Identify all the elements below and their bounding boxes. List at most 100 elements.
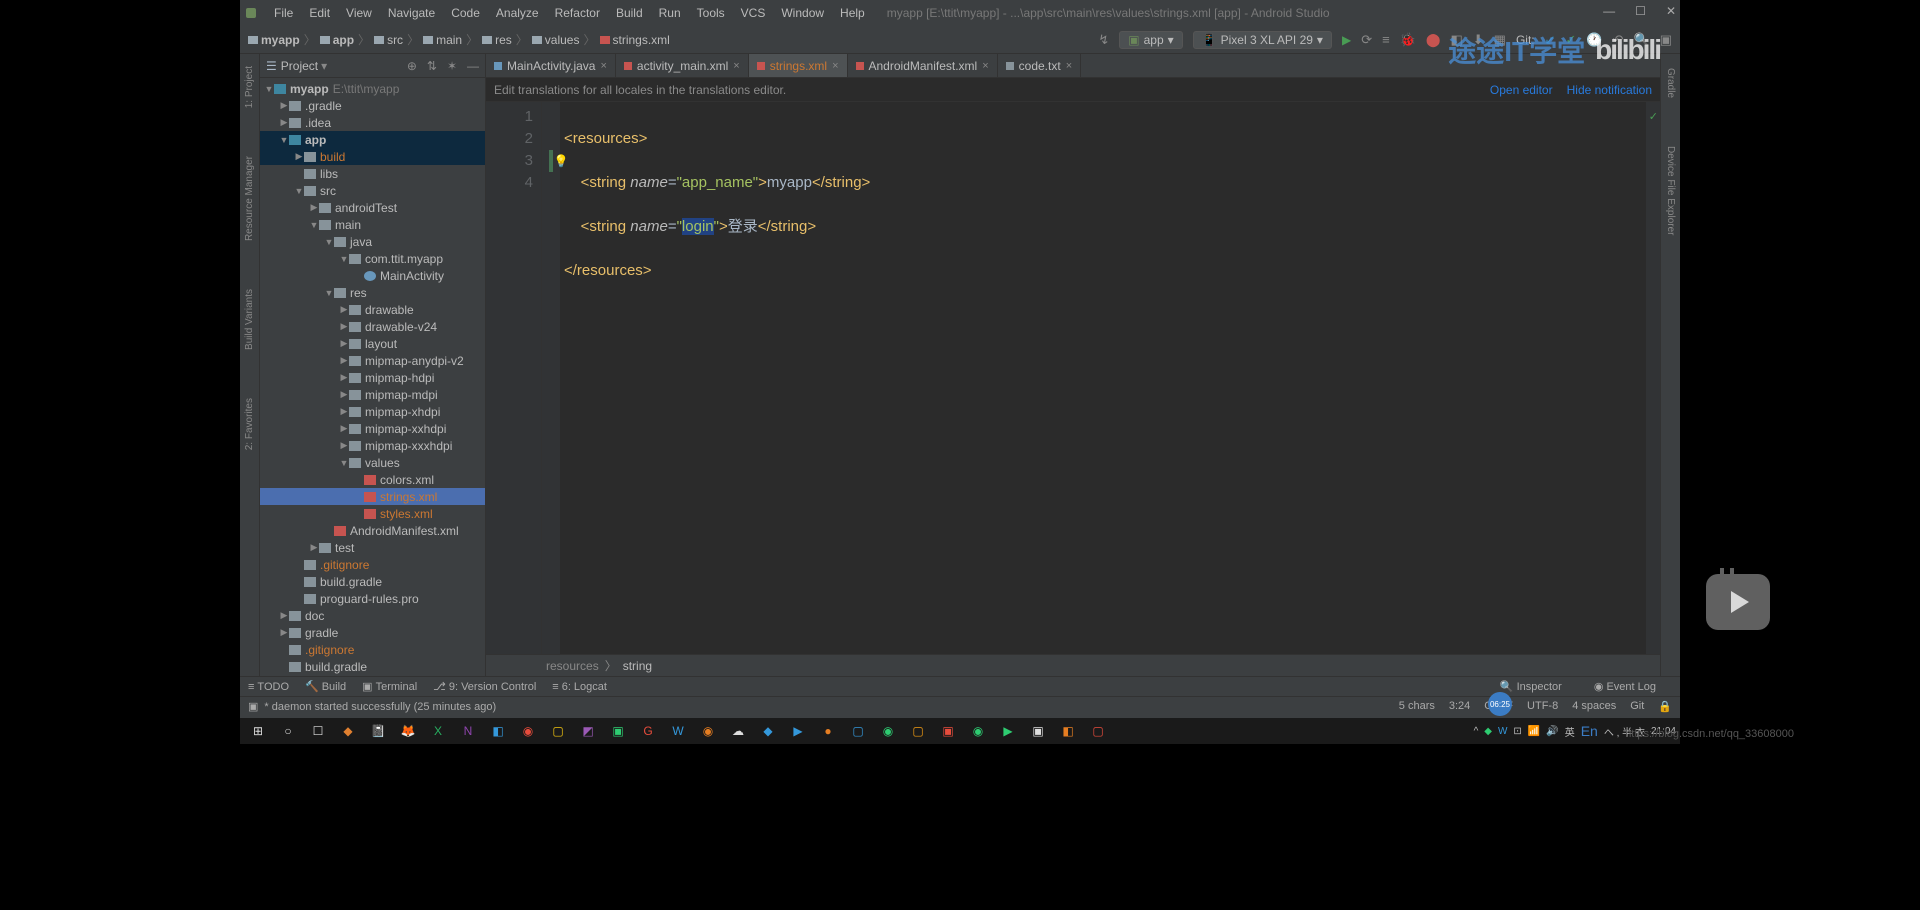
tray-ime[interactable]: 英 xyxy=(1565,724,1575,739)
code-editor[interactable]: 1 2 3 4 💡 <resources> <string name="app_… xyxy=(486,102,1660,654)
app-icon[interactable]: ● xyxy=(814,720,842,742)
tree-item[interactable]: .gitignore xyxy=(260,556,485,573)
close-tab-icon[interactable]: × xyxy=(982,60,988,72)
breadcrumb[interactable]: myapp〉 app〉 src〉 main〉 res〉 values〉 stri… xyxy=(248,31,670,48)
menu-edit[interactable]: Edit xyxy=(301,6,338,20)
debug-button[interactable]: ⟳ xyxy=(1361,32,1372,48)
close-tab-icon[interactable]: × xyxy=(600,60,606,72)
tree-item[interactable]: MainActivity xyxy=(260,267,485,284)
sync-icon[interactable]: ↯ xyxy=(1098,32,1109,48)
tree-item[interactable]: ▶mipmap-xxhdpi xyxy=(260,420,485,437)
tree-item[interactable]: gradle.properties xyxy=(260,675,485,676)
close-tab-icon[interactable]: × xyxy=(832,60,838,72)
tree-item[interactable]: ▼com.ttit.myapp xyxy=(260,250,485,267)
tool-inspector[interactable]: 🔍 Inspector xyxy=(1500,680,1562,693)
run-button[interactable]: ▶ xyxy=(1342,33,1351,47)
app-icon[interactable]: G xyxy=(634,720,662,742)
tree-item[interactable]: ▼src xyxy=(260,182,485,199)
status-encoding[interactable]: UTF-8 xyxy=(1527,700,1558,713)
app-icon[interactable]: ▢ xyxy=(1084,720,1112,742)
hide-icon[interactable]: — xyxy=(467,59,479,73)
app-icon[interactable]: ◉ xyxy=(964,720,992,742)
expand-icon[interactable]: ⇅ xyxy=(427,59,437,73)
tree-item[interactable]: strings.xml xyxy=(260,488,485,505)
tab-resource-manager[interactable]: Resource Manager xyxy=(244,152,255,245)
tree-item[interactable]: ▶gradle xyxy=(260,624,485,641)
tree-item[interactable]: proguard-rules.pro xyxy=(260,590,485,607)
tool-todo[interactable]: ≡ TODO xyxy=(248,681,289,693)
app-icon[interactable]: ▢ xyxy=(844,720,872,742)
tray-wifi-icon[interactable]: 📶 xyxy=(1528,726,1540,737)
tree-item[interactable]: ▶mipmap-xxxhdpi xyxy=(260,437,485,454)
editor-tab[interactable]: code.txt× xyxy=(998,54,1081,77)
app-icon[interactable]: ▣ xyxy=(934,720,962,742)
tree-item[interactable]: .gitignore xyxy=(260,641,485,658)
tool-terminal[interactable]: ▣ Terminal xyxy=(362,680,417,693)
menu-tools[interactable]: Tools xyxy=(689,6,733,20)
tree-item[interactable]: build.gradle xyxy=(260,573,485,590)
cortana-icon[interactable]: ○ xyxy=(274,720,302,742)
menu-vcs[interactable]: VCS xyxy=(733,6,774,20)
app-icon[interactable]: ▶ xyxy=(784,720,812,742)
tool-eventlog[interactable]: ◉ Event Log xyxy=(1594,680,1656,693)
run-config-selector[interactable]: ▣app ▾ xyxy=(1119,31,1182,49)
close-tab-icon[interactable]: × xyxy=(733,60,739,72)
tree-item[interactable]: ▶androidTest xyxy=(260,199,485,216)
tree-item[interactable]: ▼main xyxy=(260,216,485,233)
editor-tab[interactable]: strings.xml× xyxy=(749,54,848,77)
tree-item[interactable]: ▼values xyxy=(260,454,485,471)
start-button[interactable]: ⊞ xyxy=(244,720,272,742)
close-tab-icon[interactable]: × xyxy=(1066,60,1072,72)
app-icon[interactable]: ▶ xyxy=(994,720,1022,742)
tree-item[interactable]: ▶mipmap-xhdpi xyxy=(260,403,485,420)
tray-icon[interactable]: W xyxy=(1498,726,1507,737)
tree-item[interactable]: ▶drawable xyxy=(260,301,485,318)
menu-navigate[interactable]: Navigate xyxy=(380,6,443,20)
tray-volume-icon[interactable]: 🔊 xyxy=(1546,726,1558,737)
app-icon[interactable]: ▣ xyxy=(1024,720,1052,742)
menu-run[interactable]: Run xyxy=(651,6,689,20)
tray-ime-indicator[interactable]: En xyxy=(1581,723,1598,739)
menu-refactor[interactable]: Refactor xyxy=(547,6,608,20)
tree-item[interactable]: libs xyxy=(260,165,485,182)
tab-gradle[interactable]: Gradle xyxy=(1665,64,1676,102)
maximize-button[interactable]: ☐ xyxy=(1635,4,1646,18)
tray-icon[interactable]: ^ xyxy=(1474,726,1479,737)
tree-item[interactable]: ▶build xyxy=(260,148,485,165)
tree-item[interactable]: build.gradle xyxy=(260,658,485,675)
app-icon[interactable]: ◉ xyxy=(694,720,722,742)
close-button[interactable]: ✕ xyxy=(1666,4,1676,18)
menu-file[interactable]: File xyxy=(266,6,301,20)
tree-item[interactable]: ▶mipmap-anydpi-v2 xyxy=(260,352,485,369)
tree-item[interactable]: ▶.gradle xyxy=(260,97,485,114)
app-icon[interactable]: ◆ xyxy=(754,720,782,742)
tree-item[interactable]: ▼java xyxy=(260,233,485,250)
video-play-button[interactable] xyxy=(1706,574,1770,630)
tree-item[interactable]: ▼res xyxy=(260,284,485,301)
open-editor-link[interactable]: Open editor xyxy=(1490,83,1553,97)
app-icon[interactable]: 🦊 xyxy=(394,720,422,742)
status-git[interactable]: Git xyxy=(1630,700,1644,713)
menu-analyze[interactable]: Analyze xyxy=(488,6,547,20)
app-icon[interactable]: ◉ xyxy=(514,720,542,742)
tab-build-variants[interactable]: Build Variants xyxy=(244,285,255,354)
app-icon[interactable]: ☁ xyxy=(724,720,752,742)
tree-item[interactable]: ▶mipmap-hdpi xyxy=(260,369,485,386)
menu-build[interactable]: Build xyxy=(608,6,651,20)
bulb-icon[interactable]: 💡 xyxy=(554,150,569,172)
tree-item[interactable]: AndroidManifest.xml xyxy=(260,522,485,539)
app-icon[interactable]: X xyxy=(424,720,452,742)
tree-item[interactable]: ▶doc xyxy=(260,607,485,624)
tree-item[interactable]: ▶mipmap-mdpi xyxy=(260,386,485,403)
menu-view[interactable]: View xyxy=(338,6,380,20)
tray-icon[interactable]: ◆ xyxy=(1484,726,1492,737)
device-selector[interactable]: 📱Pixel 3 XL API 29 ▾ xyxy=(1193,31,1332,49)
tree-item[interactable]: colors.xml xyxy=(260,471,485,488)
status-indent[interactable]: 4 spaces xyxy=(1572,700,1616,713)
menu-help[interactable]: Help xyxy=(832,6,873,20)
app-icon[interactable]: ◆ xyxy=(334,720,362,742)
tool-build[interactable]: 🔨 Build xyxy=(305,680,346,693)
status-lock-icon[interactable]: 🔒 xyxy=(1658,700,1672,713)
menu-code[interactable]: Code xyxy=(443,6,488,20)
hide-notification-link[interactable]: Hide notification xyxy=(1567,83,1652,97)
